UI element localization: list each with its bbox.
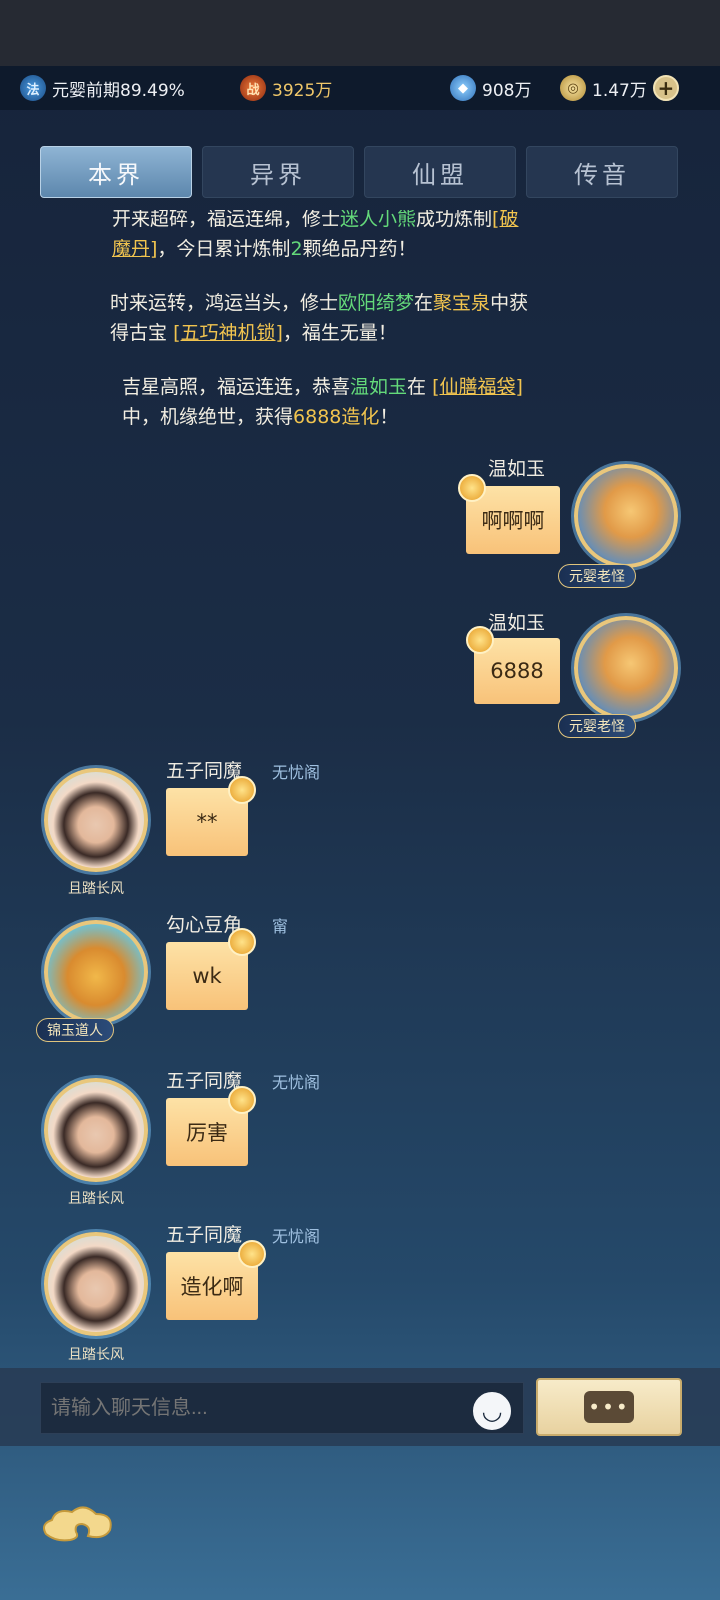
avatar[interactable] <box>574 464 678 568</box>
realm-text: 元婴前期89.49% <box>52 80 185 101</box>
top-decor-band <box>0 0 720 66</box>
system-message: 开来超碎，福运连绵，修士迷人小熊成功炼制[破 魔丹]，今日累计炼制2颗绝品丹药！ <box>112 210 519 260</box>
title-badge: 且踏长风 <box>68 1191 124 1207</box>
title-badge: 元婴老怪 <box>558 564 636 588</box>
chat-message-list[interactable]: 开来超碎，福运连绵，修士迷人小熊成功炼制[破 魔丹]，今日累计炼制2颗绝品丹药！… <box>0 210 720 1368</box>
system-message: 时来运转，鸿运当头，修士欧阳绮梦在聚宝泉中获 得古宝 [五巧神机锁]，福生无量！ <box>110 292 529 344</box>
tab-local-realm[interactable]: 本界 <box>40 146 192 198</box>
guild-name[interactable]: 无忧阁 <box>272 759 320 783</box>
chat-message-self: 温如玉 啊啊啊 元婴老怪 <box>0 454 720 594</box>
bubble-ornament-icon <box>466 626 494 654</box>
sender-name: 五子同魔 <box>166 1070 243 1092</box>
title-badge: 且踏长风 <box>68 1347 124 1363</box>
tab-alliance[interactable]: 仙盟 <box>364 146 516 198</box>
chat-input-bar: ◡ ••• <box>0 1368 720 1446</box>
send-message-icon: ••• <box>584 1391 634 1423</box>
bubble-ornament-icon <box>458 474 486 502</box>
player-name-link[interactable]: 温如玉 <box>350 376 407 398</box>
sender-name: 五子同魔 <box>166 1224 243 1246</box>
avatar[interactable] <box>44 1232 148 1336</box>
title-badge: 锦玉道人 <box>36 1018 114 1042</box>
bubble-ornament-icon <box>228 776 256 804</box>
guild-name[interactable]: 甯 <box>272 913 288 937</box>
chat-channel-tabs: 本界 异界 仙盟 传音 <box>40 146 680 198</box>
realm-progress: 法 元婴前期89.49% <box>20 75 185 101</box>
avatar[interactable] <box>44 768 148 872</box>
item-link[interactable]: [破 <box>492 210 518 230</box>
resource-bar: 法 元婴前期89.49% 战 3925万 ◆ 908万 ◎ 1.47万 + <box>0 66 720 110</box>
realm-icon: 法 <box>20 75 46 101</box>
send-button[interactable]: ••• <box>536 1378 682 1436</box>
combat-power: 战 3925万 <box>240 75 332 101</box>
coin-amount: 1.47万 <box>592 80 647 101</box>
title-badge: 元婴老怪 <box>558 714 636 738</box>
sender-name: 温如玉 <box>488 458 546 480</box>
gem-icon: ◆ <box>450 75 476 101</box>
title-badge: 且踏长风 <box>68 881 124 897</box>
emoji-icon[interactable]: ◡ <box>470 1389 514 1433</box>
chat-message-other: 锦玉道人 勾心豆角 甯 wk <box>0 910 720 1050</box>
player-name-link[interactable]: 欧阳绮梦 <box>338 292 414 314</box>
bubble-ornament-icon <box>228 928 256 956</box>
tab-other-realm[interactable]: 异界 <box>202 146 354 198</box>
chat-message-other: 且踏长风 五子同魔 无忧阁 ** <box>0 756 720 897</box>
avatar[interactable] <box>44 920 148 1024</box>
chat-message-other: 且踏长风 五子同魔 无忧阁 厉害 <box>0 1066 720 1207</box>
chat-message-other: 且踏长风 五子同魔 无忧阁 造化啊 <box>0 1220 720 1368</box>
bubble-ornament-icon <box>238 1240 266 1268</box>
spirit-coin-icon: ◎ <box>560 75 586 101</box>
avatar[interactable] <box>574 616 678 720</box>
guild-name[interactable]: 无忧阁 <box>272 1069 320 1093</box>
sender-name: 五子同魔 <box>166 760 243 782</box>
bubble-ornament-icon <box>228 1086 256 1114</box>
system-message: 吉星高照，福运连连，恭喜温如玉在 [仙膳福袋] 中，机缘绝世，获得6888造化！ <box>122 376 523 428</box>
tab-private-message[interactable]: 传音 <box>526 146 678 198</box>
add-currency-button[interactable]: + <box>652 75 679 101</box>
combat-power-value: 3925万 <box>272 80 333 101</box>
chat-message-input[interactable] <box>40 1382 524 1434</box>
gem-amount: 908万 <box>482 80 532 101</box>
combat-power-icon: 战 <box>240 75 266 101</box>
sender-name: 温如玉 <box>488 612 546 634</box>
chat-message-self: 温如玉 6888 元婴老怪 <box>0 608 720 748</box>
gem-currency: ◆ 908万 <box>450 75 531 101</box>
coin-currency: ◎ 1.47万 + <box>560 75 679 101</box>
item-link[interactable]: [五巧神机锁] <box>173 322 283 344</box>
avatar[interactable] <box>44 1078 148 1182</box>
cloud-menu-icon[interactable] <box>36 1500 120 1548</box>
item-link[interactable]: 魔丹] <box>112 238 157 260</box>
guild-name[interactable]: 无忧阁 <box>272 1223 320 1247</box>
item-link[interactable]: [仙膳福袋] <box>432 376 523 398</box>
